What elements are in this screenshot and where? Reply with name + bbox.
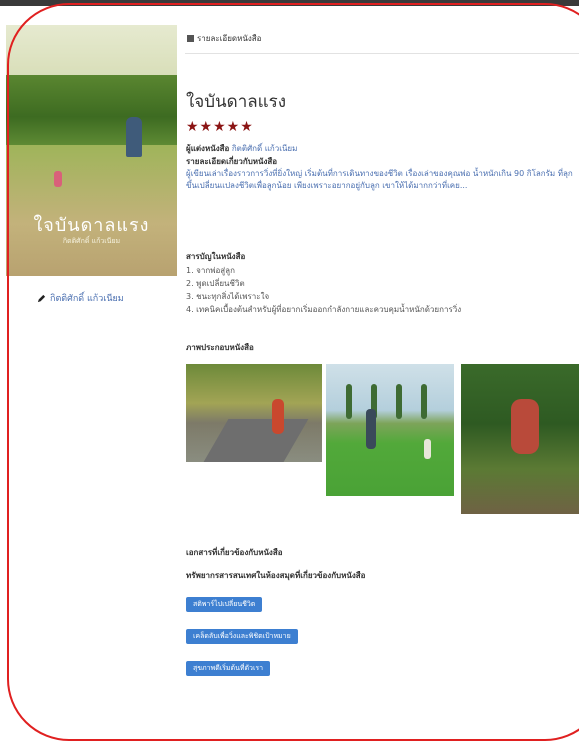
book-title: ใจบันดาลแรง (186, 92, 287, 112)
divider (185, 53, 579, 54)
author-link[interactable]: กิตติศักดิ์ แก้วเนียม (232, 144, 298, 153)
related-button-2[interactable]: เคล็ดลับเพื่อวิ่งและพิชิตเป้าหมาย (186, 629, 298, 644)
toc-heading: สารบัญในหนังสือ (186, 252, 246, 261)
photo-tree (346, 384, 352, 419)
breadcrumb: รายละเอียดหนังสือ (187, 32, 261, 45)
details-heading: รายละเอียดเกี่ยวกับหนังสือ (186, 157, 278, 166)
cover-runner-figure (126, 117, 142, 157)
author-label: ผู้แต่งหนังสือ (186, 144, 230, 153)
list-icon (187, 35, 194, 42)
photo-kid (424, 439, 431, 459)
gallery-heading: ภาพประกอบหนังสือ (186, 343, 254, 352)
cover-title: ใจบันดาลแรง (33, 215, 150, 236)
related-heading: เอกสารที่เกี่ยวข้องกับหนังสือ (186, 548, 283, 557)
book-description: ผู้เขียนเล่าเรื่องราวการวิ่งที่ยิ่งใหญ่ … (186, 169, 573, 190)
toc-item: 2. พูดเปลี่ยนชีวิต (186, 279, 245, 288)
cover-child-figure (54, 171, 62, 187)
side-author-link[interactable]: กิตติศักดิ์ แก้วเนียม (37, 291, 124, 305)
cover-author: กิตติศักดิ์ แก้วเนียม (62, 237, 121, 245)
breadcrumb-label: รายละเอียดหนังสือ (197, 34, 262, 43)
photo-runner (272, 399, 284, 434)
star-rating: ★★★★★ (186, 119, 254, 135)
book-detail-page: ใจบันดาลแรง กิตติศักดิ์ แก้วเนียม กิตติศ… (0, 6, 579, 744)
author-line: ผู้แต่งหนังสือ กิตติศักดิ์ แก้วเนียม (186, 142, 297, 155)
photo-adult (366, 409, 376, 449)
gallery-photo-2[interactable] (326, 364, 454, 496)
photo-road (203, 419, 309, 462)
cover-trees (6, 75, 177, 145)
related-subheading: ทรัพยากรสารสนเทศในห้องสมุดที่เกี่ยวข้องก… (186, 571, 366, 580)
toc-item: 4. เทคนิคเบื้องต้นสำหรับผู้ที่อยากเริ่มอ… (186, 305, 462, 314)
toc-list: 1. จากพ่อสู่ลูก 2. พูดเปลี่ยนชีวิต 3. ชน… (186, 264, 461, 316)
pencil-icon (37, 294, 46, 302)
gallery-photo-1[interactable] (186, 364, 322, 462)
toc-item: 1. จากพ่อสู่ลูก (186, 266, 235, 275)
toc-item: 3. ชนะทุกสิ่งได้เพราะใจ (186, 292, 270, 301)
book-cover-image: ใจบันดาลแรง กิตติศักดิ์ แก้วเนียม (6, 25, 177, 276)
photo-tree (396, 384, 402, 419)
related-button-3[interactable]: สุขภาพดีเริ่มต้นที่ตัวเรา (186, 661, 271, 676)
side-author-label: กิตติศักดิ์ แก้วเนียม (50, 294, 124, 304)
gallery-photo-3[interactable] (461, 364, 579, 514)
related-button-1[interactable]: สติพาร์ไปเปลี่ยนชีวิต (186, 597, 263, 612)
photo-trail-runner (511, 399, 539, 454)
photo-tree (421, 384, 427, 419)
